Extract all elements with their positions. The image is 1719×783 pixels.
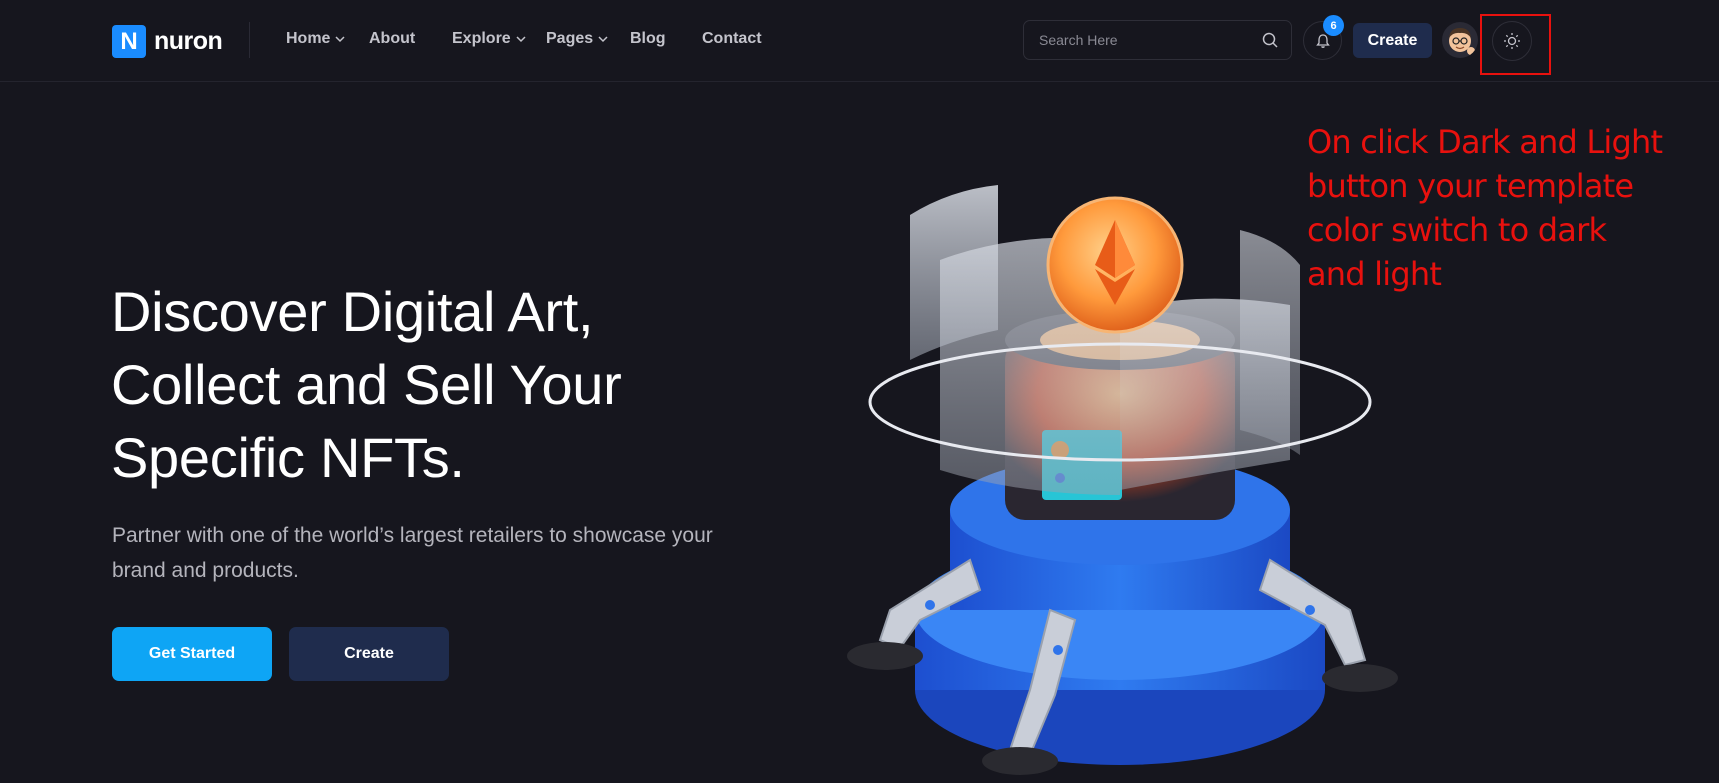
top-navigation-bar: N nuron Home About Explore Pages Blog Co… [0, 0, 1719, 82]
user-avatar-icon [1449, 28, 1475, 55]
nav-item-blog[interactable]: Blog [630, 30, 666, 48]
create-button[interactable]: Create [1353, 23, 1432, 58]
nav-item-label: Blog [630, 30, 666, 47]
chevron-down-icon [516, 36, 526, 43]
get-started-button[interactable]: Get Started [112, 627, 272, 681]
nav-item-label: About [369, 30, 416, 47]
notification-badge: 6 [1323, 15, 1344, 36]
divider [249, 22, 250, 58]
hero-create-button[interactable]: Create [289, 627, 449, 681]
nav-item-home[interactable]: Home [286, 30, 346, 48]
hero-title-line: Collect and Sell Your [111, 353, 622, 416]
hero-title-line: Discover Digital Art, [111, 280, 594, 343]
nav-item-explore[interactable]: Explore [452, 30, 527, 48]
nav-item-label: Contact [702, 30, 762, 47]
search-box [1023, 20, 1292, 60]
avatar[interactable] [1442, 22, 1478, 58]
hero-subtitle: Partner with one of the world’s largest … [112, 524, 713, 582]
search-icon[interactable] [1261, 31, 1279, 49]
brand-name: nuron [154, 27, 223, 55]
nav-item-label: Home [286, 30, 331, 47]
nav-item-contact[interactable]: Contact [702, 30, 762, 48]
hero-title: Discover Digital Art, Collect and Sell Y… [111, 275, 751, 494]
nav-item-label: Pages [546, 30, 594, 47]
chevron-down-icon [598, 36, 608, 43]
nav-item-about[interactable]: About [369, 30, 415, 48]
nav-item-pages[interactable]: Pages [546, 30, 609, 48]
logo-mark: N [112, 25, 146, 58]
hero-title-line: Specific NFTs. [111, 426, 465, 489]
nav-item-label: Explore [452, 30, 511, 47]
nft-machine-illustration [847, 185, 1398, 775]
annotation-highlight-box [1480, 14, 1551, 75]
brand-logo[interactable]: N nuron [112, 25, 223, 58]
search-input[interactable] [1024, 31, 1261, 49]
chevron-down-icon [335, 36, 345, 43]
